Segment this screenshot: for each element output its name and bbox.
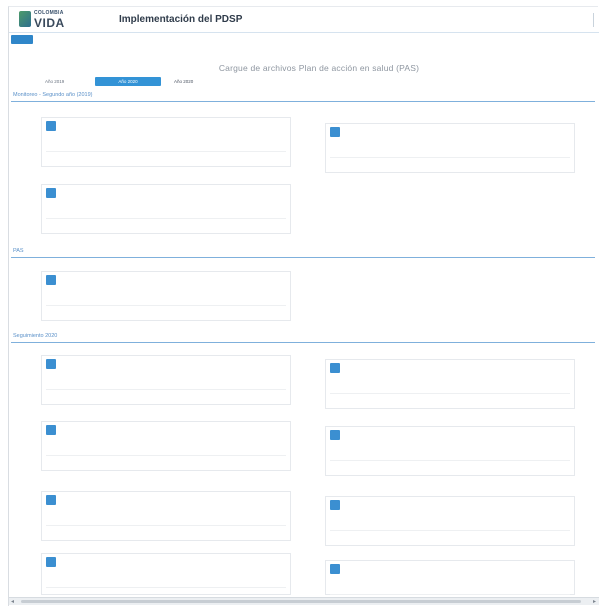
card-divider (46, 389, 286, 390)
file-badge-button[interactable] (46, 275, 56, 285)
file-badge-button[interactable] (46, 425, 56, 435)
section-title: PAS (13, 248, 24, 254)
card-divider (46, 218, 286, 219)
year-tabs: Año 2019 Año 2020 Año 2020 (9, 75, 599, 89)
file-badge-button[interactable] (330, 564, 340, 574)
scrollbar-thumb[interactable] (21, 600, 581, 603)
section-divider (11, 101, 595, 102)
file-badge-button[interactable] (330, 363, 340, 373)
chevron-right-icon[interactable]: ▸ (593, 599, 596, 605)
file-card (41, 355, 291, 405)
colombia-vida-logo[interactable]: COLOMBIA VIDA (19, 10, 79, 30)
tab-year-2020-active[interactable]: Año 2020 (95, 77, 161, 86)
file-card (325, 426, 575, 476)
section-monitoreo: Monitoreo - Segundo año (2019) (11, 92, 595, 102)
card-divider (46, 455, 286, 456)
file-badge-button[interactable] (330, 500, 340, 510)
section-title: Monitoreo - Segundo año (2019) (13, 92, 93, 98)
file-card (325, 496, 575, 546)
file-card (41, 117, 291, 167)
file-badge-button[interactable] (46, 359, 56, 369)
section-divider (11, 342, 595, 343)
logo-main-text: VIDA (34, 16, 65, 30)
card-divider (330, 157, 570, 158)
file-card (325, 123, 575, 173)
card-divider (46, 587, 286, 588)
chevron-left-icon[interactable]: ◂ (11, 599, 14, 605)
app-title: Implementación del PDSP (119, 14, 243, 25)
page-title: Cargue de archivos Plan de acción en sal… (218, 63, 420, 73)
section-pas: PAS (11, 248, 595, 258)
file-card (41, 421, 291, 471)
card-divider (46, 151, 286, 152)
card-divider (330, 594, 570, 595)
section-title: Seguimiento 2020 (13, 333, 58, 339)
section-divider (11, 257, 595, 258)
file-badge-button[interactable] (330, 430, 340, 440)
card-divider (46, 525, 286, 526)
file-card (41, 491, 291, 541)
home-button[interactable] (11, 35, 33, 44)
file-badge-button[interactable] (46, 188, 56, 198)
section-seguimiento: Seguimiento 2020 (11, 333, 595, 343)
file-badge-button[interactable] (46, 557, 56, 567)
file-card (41, 184, 291, 234)
file-card (325, 560, 575, 595)
tab-year-2019[interactable]: Año 2019 (45, 77, 85, 86)
user-info[interactable] (441, 12, 591, 14)
file-card (41, 271, 291, 321)
file-badge-button[interactable] (46, 121, 56, 131)
logo-mark-icon (19, 11, 31, 27)
app-window: COLOMBIA VIDA Implementación del PDSP Ca… (8, 6, 599, 606)
file-badge-button[interactable] (330, 127, 340, 137)
file-card (41, 553, 291, 595)
tab-year-2020[interactable]: Año 2020 (174, 77, 214, 86)
top-header: COLOMBIA VIDA Implementación del PDSP (9, 7, 599, 33)
card-divider (330, 530, 570, 531)
card-divider (330, 393, 570, 394)
card-divider (330, 460, 570, 461)
file-card (325, 359, 575, 409)
file-badge-button[interactable] (46, 495, 56, 505)
card-divider (46, 305, 286, 306)
header-divider (593, 13, 594, 27)
horizontal-scrollbar[interactable]: ◂ ▸ (9, 597, 599, 605)
